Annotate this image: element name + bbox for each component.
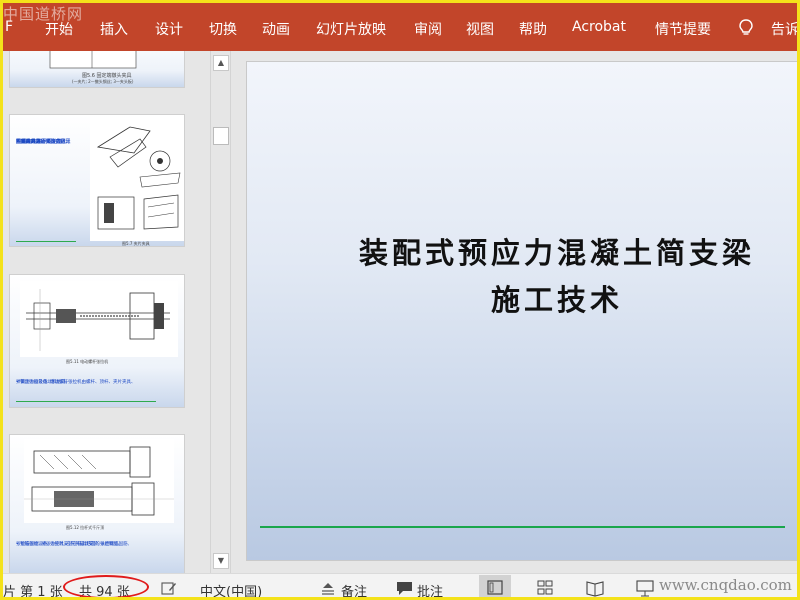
tab-transitions[interactable]: 切换 — [209, 19, 237, 39]
slide-accent-line — [260, 526, 785, 528]
scroll-down-button[interactable]: ▼ — [213, 553, 229, 569]
slide-thumbnail-1[interactable]: 图5.6 固定端镦头夹具 (一夹片; 2—镦头钢丝; 3—夹头板) — [9, 51, 185, 88]
bullet-line: 张拉锚固端, 将张力夹具安装在锚具后面的张拉钢丝。 — [16, 542, 123, 547]
comment-icon — [397, 582, 412, 595]
tensioning-machine-drawing — [20, 281, 178, 357]
tab-slideshow[interactable]: 幻灯片放映 — [316, 19, 386, 39]
thumbnail-caption: 图5.7 夹片夹具 — [122, 241, 150, 246]
fixture-drawing — [90, 117, 184, 241]
reading-view-icon — [586, 581, 604, 597]
tell-me-search[interactable]: 告诉 — [771, 19, 797, 39]
bullet-line: 弹簧测力器及电动机组成。 — [16, 380, 70, 385]
thumbnail-divider — [16, 241, 76, 242]
tab-view[interactable]: 视图 — [466, 19, 494, 39]
slideshow-view-button[interactable] — [629, 575, 661, 597]
reading-view-button[interactable] — [579, 575, 611, 597]
slide-editing-area: 装配式预应力混凝土简支梁 施工技术 — [232, 51, 797, 573]
scroll-up-button[interactable]: ▲ — [213, 55, 229, 71]
tab-design[interactable]: 设计 — [155, 19, 183, 39]
thumbnail-caption: 图5.6 固定端镦头夹具 — [82, 73, 132, 79]
notes-icon — [322, 583, 334, 595]
slide-thumbnail-4[interactable]: 图5.12 拉杆式千斤顶 • 钢筋张拉设备, 张拉时, 应先将锚具安装, 从后端… — [9, 434, 185, 573]
watermark-top: 中国道桥网 — [3, 5, 84, 23]
watermark-bottom: www.cnqdao.com — [659, 576, 792, 594]
notes-button[interactable]: 备注 — [341, 581, 367, 597]
slide-thumbnail-pane: 图5.6 固定端镦头夹具 (一夹片; 2—镦头钢丝; 3—夹头板) • 夹片夹具… — [3, 51, 209, 573]
notes-edit-icon[interactable] — [161, 581, 177, 596]
thumbnail-subcaption: (一夹片; 2—镦头钢丝; 3—夹头板) — [72, 79, 134, 84]
tab-animations[interactable]: 动画 — [262, 19, 290, 39]
window-frame: F 开始 插入 设计 切换 动画 幻灯片放映 审阅 视图 帮助 Acrobat … — [0, 0, 800, 600]
language-indicator[interactable]: 中文(中国) — [200, 581, 262, 597]
thumbnail-caption: 图5.11 电动螺杆张拉机 — [66, 359, 109, 364]
slide-title-line-1: 装配式预应力混凝土简支梁 — [358, 236, 755, 270]
slide-sorter-icon — [537, 580, 553, 595]
tab-help[interactable]: 帮助 — [519, 19, 547, 39]
highlight-oval — [63, 575, 149, 597]
slide-thumbnail-2[interactable]: • 夹片夹具 • 夹片夹具是夹持在锚具 内部的,与夹片配合锚 固钢绞线进行预应力… — [9, 114, 185, 247]
slideshow-icon — [636, 580, 654, 597]
current-slide[interactable]: 装配式预应力混凝土简支梁 施工技术 — [246, 61, 797, 561]
normal-view-icon — [487, 580, 503, 595]
ribbon-menu-bar: F 开始 插入 设计 切换 动画 幻灯片放映 审阅 视图 帮助 Acrobat … — [3, 3, 797, 51]
tab-storyboarding[interactable]: 情节提要 — [655, 19, 711, 39]
lightbulb-icon[interactable] — [739, 19, 753, 37]
slide-thumbnail-3[interactable]: 图5.11 电动螺杆张拉机 • 钢丝张拉设备: 电动螺杆张拉机由螺杆、顶杆、夹片… — [9, 274, 185, 408]
slide-sorter-view-button[interactable] — [529, 575, 561, 597]
slide-title[interactable]: 装配式预应力混凝土简支梁 施工技术 — [287, 230, 797, 324]
slide-title-line-2: 施工技术 — [490, 283, 623, 317]
thumbnail-scrollbar[interactable]: ▲ ▼ — [210, 51, 231, 573]
normal-view-button[interactable] — [479, 575, 511, 597]
jack-drawing — [24, 439, 174, 523]
slide-indicator: 片 第 1 张 — [3, 585, 63, 600]
tab-insert[interactable]: 插入 — [100, 19, 128, 39]
thumbnail-caption: 图5.12 拉杆式千斤顶 — [66, 525, 105, 530]
bullet-line: 圆形夹具等。 — [16, 139, 47, 145]
tab-review[interactable]: 审阅 — [414, 19, 442, 39]
scrollbar-thumb[interactable] — [213, 127, 229, 145]
tab-acrobat[interactable]: Acrobat — [572, 19, 626, 35]
comments-button[interactable]: 批注 — [417, 581, 443, 597]
clamp-drawing — [49, 51, 137, 69]
thumbnail-divider — [16, 401, 156, 402]
